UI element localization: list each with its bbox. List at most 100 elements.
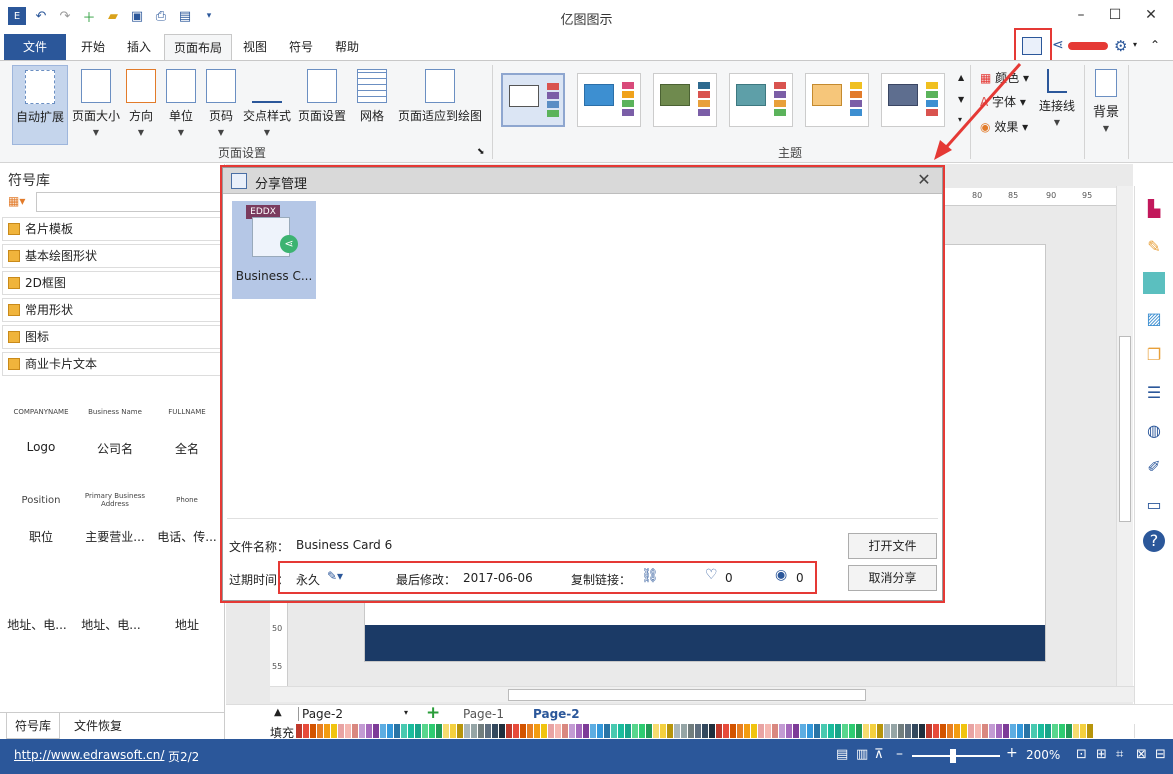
zoom-in-icon[interactable]: + <box>1006 745 1018 761</box>
color-swatch[interactable] <box>366 724 373 738</box>
shape-item[interactable]: COMPANYNAME Logo <box>6 392 76 454</box>
orientation-button[interactable]: 方向 ▼ <box>124 65 158 145</box>
color-swatch[interactable] <box>940 724 947 738</box>
color-swatch[interactable] <box>555 724 562 738</box>
library-menu-icon[interactable]: ▦▾ <box>8 194 25 208</box>
color-swatch[interactable] <box>1066 724 1073 738</box>
color-swatch[interactable] <box>359 724 366 738</box>
zoom-out-icon[interactable]: – <box>896 746 903 762</box>
color-swatch[interactable] <box>450 724 457 738</box>
color-swatch[interactable] <box>765 724 772 738</box>
color-swatch[interactable] <box>758 724 765 738</box>
color-swatch[interactable] <box>863 724 870 738</box>
group-launcher-icon[interactable]: ⬊ <box>477 147 485 157</box>
color-swatch[interactable] <box>513 724 520 738</box>
color-swatch[interactable] <box>541 724 548 738</box>
line-style-icon[interactable]: ✎ <box>1143 236 1165 258</box>
color-swatch[interactable] <box>562 724 569 738</box>
tab-symbols[interactable]: 符号 <box>283 34 319 60</box>
color-swatch[interactable] <box>653 724 660 738</box>
color-swatch[interactable] <box>429 724 436 738</box>
shadow-icon[interactable] <box>1143 272 1165 294</box>
color-swatch[interactable] <box>681 724 688 738</box>
page-number-button[interactable]: 页码 ▼ <box>204 65 238 145</box>
color-swatch[interactable] <box>912 724 919 738</box>
color-swatch[interactable] <box>387 724 394 738</box>
color-swatch[interactable] <box>821 724 828 738</box>
color-swatch[interactable] <box>548 724 555 738</box>
tab-file[interactable]: 文件 <box>4 34 66 60</box>
comment-icon[interactable]: ▭ <box>1143 494 1165 516</box>
tab-symbol-library[interactable]: 符号库 <box>6 713 61 739</box>
cancel-share-button[interactable]: 取消分享 <box>848 565 937 591</box>
color-swatch[interactable] <box>660 724 667 738</box>
color-swatch[interactable] <box>1010 724 1017 738</box>
color-swatch[interactable] <box>317 724 324 738</box>
auto-expand-button[interactable]: 自动扩展 <box>12 65 68 145</box>
library-category[interactable]: 图标 <box>2 325 222 349</box>
color-swatch[interactable] <box>639 724 646 738</box>
color-swatch[interactable] <box>674 724 681 738</box>
color-swatch[interactable] <box>793 724 800 738</box>
color-swatch[interactable] <box>464 724 471 738</box>
color-swatch[interactable] <box>772 724 779 738</box>
color-swatch[interactable] <box>730 724 737 738</box>
shape-item[interactable]: Business Name 公司名 <box>80 392 150 457</box>
color-swatch[interactable] <box>716 724 723 738</box>
color-swatch[interactable] <box>779 724 786 738</box>
horizontal-scroll-thumb[interactable] <box>508 689 866 701</box>
connector-button[interactable]: 连接线 ▼ <box>1036 65 1078 145</box>
color-swatch[interactable] <box>968 724 975 738</box>
hyperlink-globe-icon[interactable]: ◍ <box>1143 420 1165 442</box>
vertical-scroll-thumb[interactable] <box>1119 336 1131 522</box>
color-swatch[interactable] <box>1087 724 1094 738</box>
color-swatch[interactable] <box>877 724 884 738</box>
color-swatch[interactable] <box>905 724 912 738</box>
color-swatch[interactable] <box>954 724 961 738</box>
color-swatch[interactable] <box>380 724 387 738</box>
color-swatch[interactable] <box>814 724 821 738</box>
color-swatch[interactable] <box>751 724 758 738</box>
library-category[interactable]: 常用形状 <box>2 298 222 322</box>
zoom-level[interactable]: 200% <box>1026 748 1060 762</box>
fit-all-icon[interactable]: ⌗ <box>1116 747 1123 762</box>
color-swatch[interactable] <box>667 724 674 738</box>
vertical-scrollbar[interactable] <box>1116 186 1133 686</box>
add-page-button[interactable]: + <box>426 703 440 723</box>
page-list-icon[interactable]: ☰ <box>1143 382 1165 404</box>
color-swatch[interactable] <box>1038 724 1045 738</box>
color-swatch[interactable] <box>800 724 807 738</box>
image-icon[interactable]: ▨ <box>1143 308 1165 330</box>
color-swatch[interactable] <box>604 724 611 738</box>
share-icon[interactable]: ⋖ <box>1052 37 1064 53</box>
color-swatch[interactable] <box>807 724 814 738</box>
color-swatch[interactable] <box>436 724 443 738</box>
theme-2[interactable] <box>577 73 641 127</box>
color-swatch[interactable] <box>856 724 863 738</box>
jump-style-button[interactable]: 交点样式 ▼ <box>242 65 292 145</box>
library-category[interactable]: 商业卡片文本 <box>2 352 222 376</box>
color-swatch[interactable] <box>310 724 317 738</box>
color-swatch[interactable] <box>338 724 345 738</box>
toggle-panel-icon[interactable]: ⊟ <box>1155 747 1166 762</box>
view-fullscreen-icon[interactable]: ▥ <box>856 747 868 762</box>
color-swatch[interactable] <box>695 724 702 738</box>
fill-bucket-icon[interactable]: ▙ <box>1143 198 1165 220</box>
color-swatch[interactable] <box>702 724 709 738</box>
color-swatch[interactable] <box>933 724 940 738</box>
theme-3[interactable] <box>653 73 717 127</box>
color-swatch[interactable] <box>891 724 898 738</box>
fit-page-to-drawing-button[interactable]: 页面适应到绘图 <box>396 65 484 145</box>
color-swatch[interactable] <box>737 724 744 738</box>
color-swatch[interactable] <box>1003 724 1010 738</box>
shape-item[interactable]: Position 职位 <box>6 480 76 545</box>
tab-help[interactable]: 帮助 <box>329 34 365 60</box>
view-normal-icon[interactable]: ▤ <box>836 747 848 762</box>
horizontal-scrollbar[interactable] <box>270 686 1144 702</box>
tab-insert[interactable]: 插入 <box>120 34 158 60</box>
page-selector[interactable]: Page-2 <box>298 707 412 721</box>
page-nav-up-icon[interactable]: ▲ <box>274 707 282 718</box>
color-swatch[interactable] <box>632 724 639 738</box>
color-swatch[interactable] <box>870 724 877 738</box>
business-card-band[interactable] <box>365 625 1045 661</box>
